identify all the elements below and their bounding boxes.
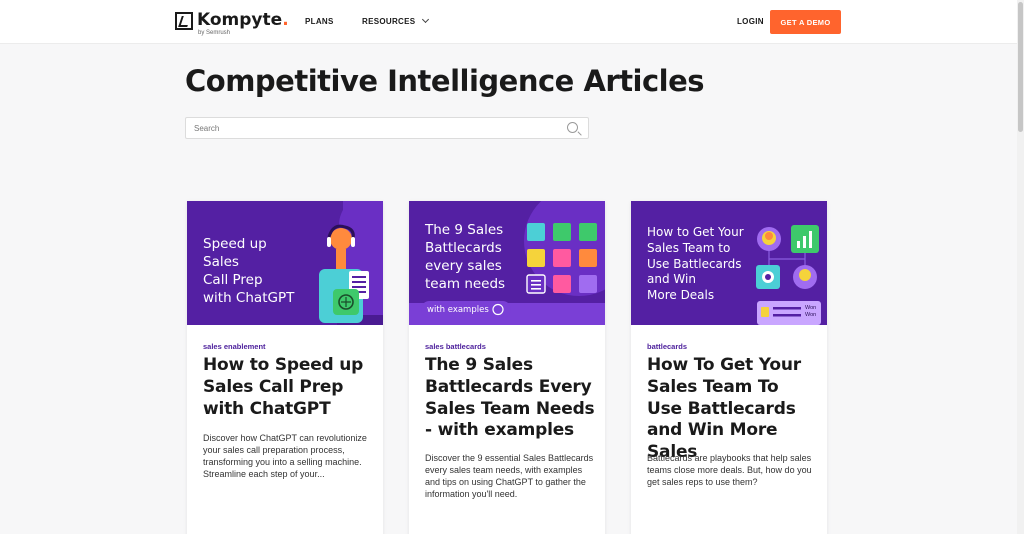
thumbnail-caption: How to Get Your Sales Team to Use Battle…	[647, 225, 744, 303]
kompyte-logo-icon	[175, 12, 193, 30]
article-title[interactable]: The 9 Sales Battlecards Every Sales Team…	[425, 355, 597, 442]
site-header: Kompyte. by Semrush PLANS RESOURCES LOGI…	[0, 0, 1024, 44]
get-a-demo-button[interactable]: GET A DEMO	[770, 10, 841, 34]
article-title[interactable]: How To Get Your Sales Team To Use Battle…	[647, 355, 819, 464]
with-examples-pill: with examples	[427, 305, 489, 315]
article-description: Discover the 9 essential Sales Battlecar…	[425, 453, 594, 499]
article-thumbnail[interactable]: Speed up Sales Call Prep with ChatGPT	[187, 201, 383, 325]
article-category[interactable]: battlecards	[647, 342, 687, 351]
chevron-down-icon	[422, 15, 430, 24]
won-badge: Won	[805, 312, 817, 318]
article-card[interactable]: Speed up Sales Call Prep with ChatGPT sa…	[187, 201, 383, 534]
won-badge: Won	[805, 305, 817, 311]
nav-plans[interactable]: PLANS	[305, 17, 334, 26]
search-input[interactable]	[186, 118, 546, 139]
article-thumbnail[interactable]: The 9 Sales Battlecards every sales team…	[409, 201, 605, 325]
logo-text: Kompyte.	[197, 10, 289, 30]
thumbnail-caption: Speed up Sales Call Prep with ChatGPT	[203, 236, 295, 306]
thumbnail-caption: The 9 Sales Battlecards every sales team…	[425, 222, 506, 292]
scrollbar-thumb[interactable]	[1018, 2, 1023, 132]
search-bar	[185, 117, 589, 139]
article-thumbnail[interactable]: How to Get Your Sales Team to Use Battle…	[631, 201, 827, 325]
article-category[interactable]: sales battlecards	[425, 342, 486, 351]
kompyte-logo[interactable]: Kompyte. by Semrush	[175, 10, 289, 36]
page-title: Competitive Intelligence Articles	[185, 64, 705, 98]
article-description: Battlecards are playbooks that help sale…	[647, 453, 812, 487]
article-card[interactable]: How to Get Your Sales Team to Use Battle…	[631, 201, 827, 534]
logo-subtitle: by Semrush	[198, 30, 231, 36]
nav-resources[interactable]: RESOURCES	[362, 15, 430, 26]
search-icon[interactable]	[567, 122, 578, 133]
article-category[interactable]: sales enablement	[203, 342, 266, 351]
nav-login[interactable]: LOGIN	[737, 17, 764, 26]
article-description: Discover how ChatGPT can revolutionize y…	[203, 433, 367, 479]
article-card[interactable]: The 9 Sales Battlecards every sales team…	[409, 201, 605, 534]
article-title[interactable]: How to Speed up Sales Call Prep with Cha…	[203, 355, 375, 420]
